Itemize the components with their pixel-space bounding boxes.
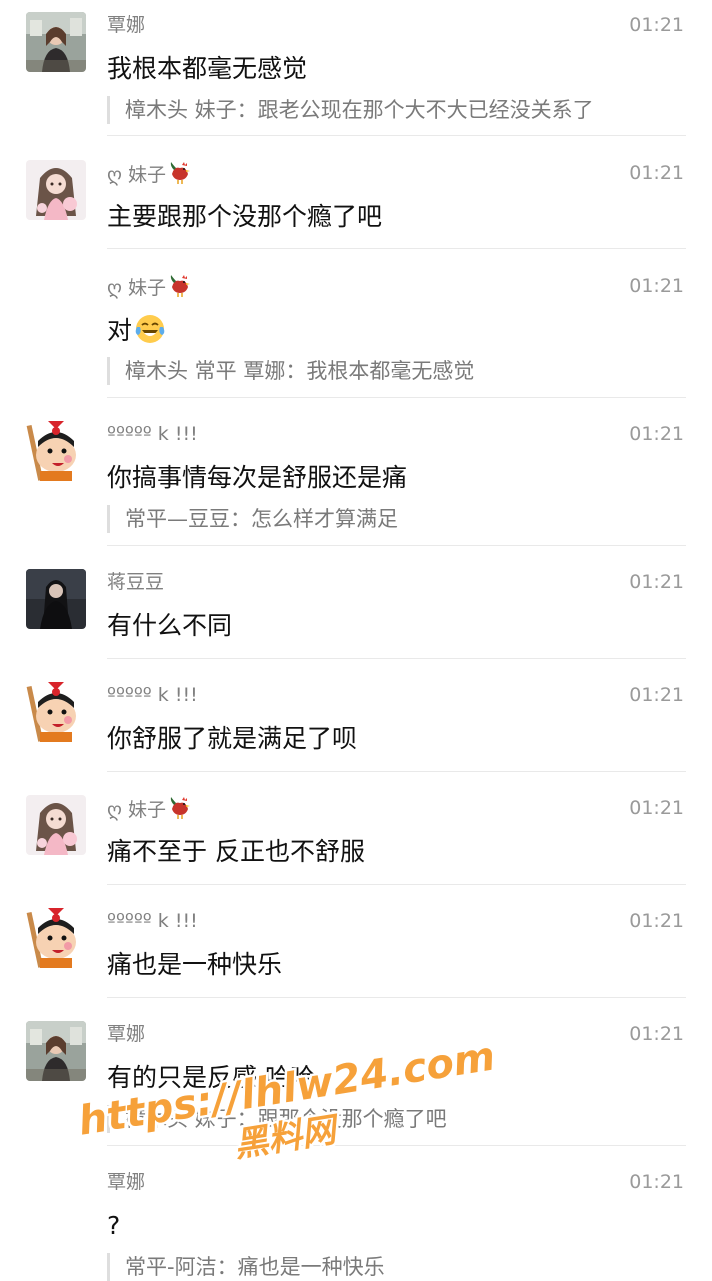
rooster-emoji bbox=[168, 160, 192, 191]
sender-name: 覃娜 bbox=[107, 1021, 145, 1047]
dark-photo-avatar[interactable] bbox=[26, 569, 86, 629]
message-text[interactable]: 有什么不同 bbox=[107, 609, 232, 643]
sender-name-text: ღ 妹子 bbox=[107, 164, 166, 186]
message-text-content: 你搞事情每次是舒服还是痛 bbox=[107, 463, 408, 492]
message-text[interactable]: 对 bbox=[107, 313, 166, 354]
sender-name: ღ 妹子 bbox=[107, 795, 192, 826]
quoted-reply[interactable]: 樟木头 常平 覃娜：我根本都毫无感觉 bbox=[107, 357, 474, 385]
message-time: 01:21 bbox=[629, 797, 684, 819]
message-text[interactable]: 你舒服了就是满足了呗 bbox=[107, 722, 357, 756]
message-time: 01:21 bbox=[629, 14, 684, 36]
woman-photo-avatar[interactable] bbox=[26, 12, 86, 72]
message-text[interactable]: 你搞事情每次是舒服还是痛 bbox=[107, 461, 407, 495]
message-divider bbox=[107, 397, 686, 398]
message-text[interactable]: 我根本都毫无感觉 bbox=[107, 52, 307, 86]
message-divider bbox=[107, 658, 686, 659]
sender-name-text: ººººº k !!! bbox=[107, 910, 198, 932]
rooster-emoji bbox=[168, 273, 192, 304]
message-divider bbox=[107, 135, 686, 136]
message-time: 01:21 bbox=[629, 423, 684, 445]
sender-name-text: ღ 妹子 bbox=[107, 799, 166, 821]
message-divider bbox=[107, 248, 686, 249]
chat-feed: 覃娜 01:21 我根本都毫无感觉樟木头 妹子：跟老公现在那个大不大已经没关系了 ღ … bbox=[0, 0, 712, 1281]
anime-girl-avatar[interactable] bbox=[26, 160, 86, 220]
sender-name: ღ 妹子 bbox=[107, 160, 192, 191]
sender-name: ººººº k !!! bbox=[107, 908, 198, 934]
message-text-content: ? bbox=[107, 1211, 121, 1240]
message-text-content: 痛也是一种快乐 bbox=[107, 950, 283, 979]
message-text[interactable]: ? bbox=[107, 1209, 120, 1243]
message-text-content: 我根本都毫无感觉 bbox=[107, 54, 308, 83]
sender-name: 覃娜 bbox=[107, 12, 145, 38]
message-text[interactable]: 痛不至于 反正也不舒服 bbox=[107, 835, 365, 869]
sender-name: 蒋豆豆 bbox=[107, 569, 164, 595]
sender-name: ººººº k !!! bbox=[107, 682, 198, 708]
message-text-content: 痛不至于 反正也不舒服 bbox=[107, 837, 365, 866]
message-text-content: 有什么不同 bbox=[107, 611, 233, 640]
message-text[interactable]: 主要跟那个没那个瘾了吧 bbox=[107, 200, 382, 234]
anime-girl-avatar[interactable] bbox=[26, 795, 86, 855]
sender-name-text: 蒋豆豆 bbox=[107, 571, 165, 593]
message-text[interactable]: 有的只是反感 哈哈 bbox=[107, 1061, 315, 1095]
message-divider bbox=[107, 545, 686, 546]
sender-name-text: ººººº k !!! bbox=[107, 423, 198, 445]
crayon-shinchan-avatar[interactable] bbox=[26, 421, 86, 481]
woman-photo-avatar[interactable] bbox=[26, 1021, 86, 1081]
crying-laughing-emoji bbox=[134, 313, 166, 354]
quoted-reply[interactable]: 常平—豆豆：怎么样才算满足 bbox=[107, 505, 398, 533]
message-time: 01:21 bbox=[629, 1171, 684, 1193]
sender-name: 覃娜 bbox=[107, 1169, 145, 1195]
sender-name-text: ººººº k !!! bbox=[107, 684, 198, 706]
crayon-shinchan-avatar[interactable] bbox=[26, 908, 86, 968]
message-time: 01:21 bbox=[629, 684, 684, 706]
sender-name-text: ღ 妹子 bbox=[107, 277, 166, 299]
sender-name: ººººº k !!! bbox=[107, 421, 198, 447]
rooster-emoji bbox=[168, 795, 192, 826]
sender-name-text: 覃娜 bbox=[107, 1171, 146, 1193]
sender-name-text: 覃娜 bbox=[107, 1023, 146, 1045]
message-divider bbox=[107, 997, 686, 998]
message-time: 01:21 bbox=[629, 275, 684, 297]
message-time: 01:21 bbox=[629, 910, 684, 932]
message-divider bbox=[107, 1145, 686, 1146]
message-text-content: 对 bbox=[107, 316, 133, 345]
quoted-reply[interactable]: 樟木头 妹子：跟老公现在那个大不大已经没关系了 bbox=[107, 96, 594, 124]
message-text-content: 主要跟那个没那个瘾了吧 bbox=[107, 202, 383, 231]
message-time: 01:21 bbox=[629, 162, 684, 184]
quoted-reply[interactable]: 樟木头 妹子：跟那个没那个瘾了吧 bbox=[107, 1105, 447, 1133]
quoted-reply[interactable]: 常平-阿洁：痛也是一种快乐 bbox=[107, 1253, 385, 1281]
crayon-shinchan-avatar[interactable] bbox=[26, 682, 86, 742]
message-time: 01:21 bbox=[629, 571, 684, 593]
message-text[interactable]: 痛也是一种快乐 bbox=[107, 948, 282, 982]
sender-name: ღ 妹子 bbox=[107, 273, 192, 304]
message-divider bbox=[107, 771, 686, 772]
message-divider bbox=[107, 884, 686, 885]
message-time: 01:21 bbox=[629, 1023, 684, 1045]
message-text-content: 有的只是反感 哈哈 bbox=[107, 1063, 315, 1092]
message-text-content: 你舒服了就是满足了呗 bbox=[107, 724, 358, 753]
sender-name-text: 覃娜 bbox=[107, 14, 146, 36]
